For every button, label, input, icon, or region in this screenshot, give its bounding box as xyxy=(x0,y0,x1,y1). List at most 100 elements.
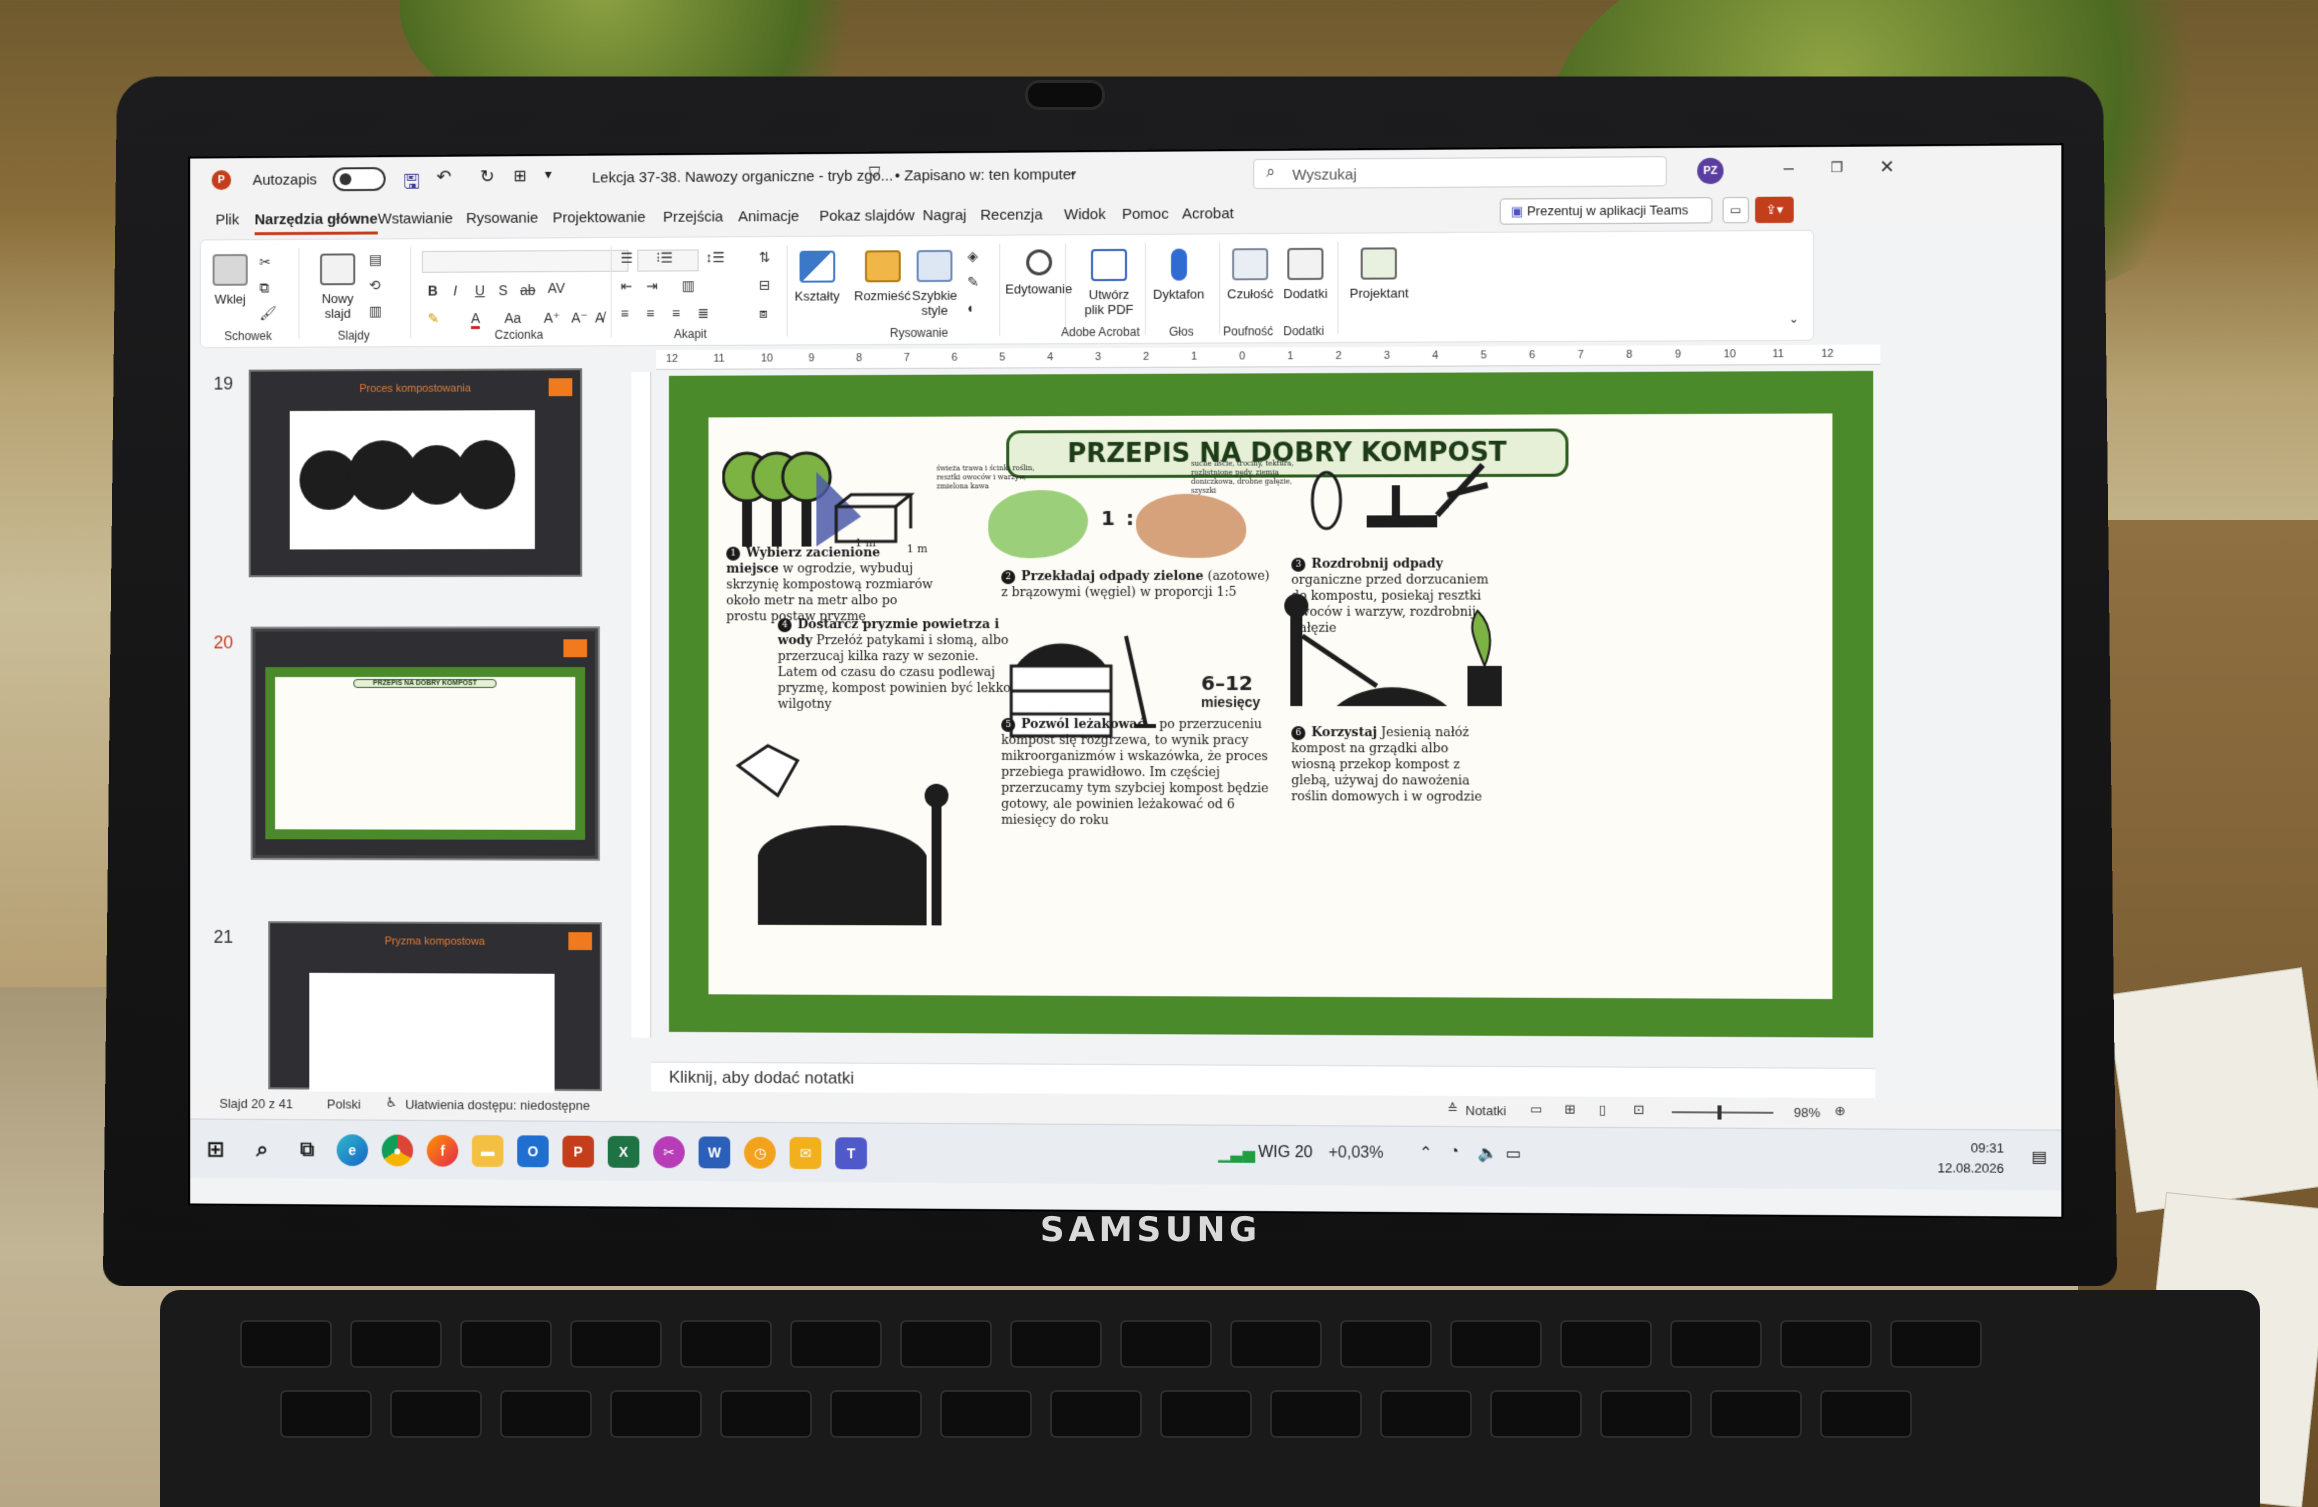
tab-file[interactable]: Plik xyxy=(216,212,240,229)
collapse-ribbon-icon[interactable]: ⌄ xyxy=(1789,312,1799,326)
tab-help[interactable]: Pomoc xyxy=(1122,206,1169,223)
slide-thumbnail-19[interactable]: Proces kompostowania xyxy=(248,368,583,578)
align-left-icon[interactable]: ≡ xyxy=(621,305,629,321)
shape-outline-icon[interactable]: ✎ xyxy=(967,274,979,291)
tab-home[interactable]: Narzędzia główne xyxy=(254,210,378,236)
format-painter-icon[interactable]: 🖌 xyxy=(259,305,276,322)
zoom-slider-thumb[interactable] xyxy=(1717,1105,1722,1120)
tab-record[interactable]: Nagraj xyxy=(923,207,967,224)
clock-app-icon[interactable]: ◷ xyxy=(744,1136,776,1169)
present-from-start-icon[interactable]: ⊞ xyxy=(513,166,526,186)
editing-button[interactable]: Edytowanie xyxy=(1005,249,1072,297)
autosave-toggle[interactable] xyxy=(332,167,386,192)
notification-icon[interactable]: ▤ xyxy=(2031,1147,2046,1167)
zoom-slider[interactable] xyxy=(1671,1111,1774,1114)
stock-name[interactable]: WIG 20 xyxy=(1258,1144,1312,1162)
notes-pane[interactable]: Kliknij, aby dodać notatki xyxy=(651,1061,1876,1099)
excel-icon[interactable]: X xyxy=(607,1135,640,1168)
tray-chevron-icon[interactable]: ⌃ xyxy=(1419,1143,1433,1163)
search-icon[interactable]: ⌕ xyxy=(247,1134,278,1166)
clear-formatting-icon[interactable]: A̸ xyxy=(595,310,604,326)
search-input[interactable]: ⌕ Wyszukaj xyxy=(1253,156,1667,190)
text-direction-icon[interactable]: ⇅ xyxy=(759,249,771,266)
bold-icon[interactable]: B xyxy=(428,283,438,299)
increase-indent-icon[interactable]: ⇥ xyxy=(646,277,658,294)
columns-icon[interactable]: ▥ xyxy=(682,277,695,294)
file-explorer-icon[interactable]: ▬ xyxy=(471,1135,504,1167)
close-icon[interactable]: ✕ xyxy=(1879,157,1894,178)
copy-icon[interactable]: ⧉ xyxy=(259,280,269,297)
task-view-icon[interactable]: ⧉ xyxy=(292,1134,323,1166)
shape-fill-icon[interactable]: ◈ xyxy=(967,248,978,265)
highlight-icon[interactable]: ✎ xyxy=(428,310,440,327)
slideshow-icon[interactable]: ⊡ xyxy=(1633,1102,1644,1118)
word-icon[interactable]: W xyxy=(698,1136,731,1169)
reset-icon[interactable]: ⟲ xyxy=(369,277,380,294)
bullets-icon[interactable]: ☰ xyxy=(621,250,633,267)
clock[interactable]: 09:31 12.08.2026 xyxy=(1937,1138,2004,1179)
stock-change[interactable]: +0,03% xyxy=(1328,1144,1383,1162)
language-indicator[interactable]: Polski xyxy=(327,1097,361,1112)
designer-button[interactable]: Projektant xyxy=(1350,247,1409,301)
fit-to-window-icon[interactable]: ⊕ xyxy=(1834,1103,1845,1119)
slide-thumbnail-21[interactable]: Pryzma kompostowa xyxy=(268,921,602,1093)
battery-icon[interactable]: ▭ xyxy=(1506,1143,1521,1163)
teams-icon[interactable]: T xyxy=(835,1137,867,1170)
chrome-icon[interactable]: ● xyxy=(381,1134,414,1167)
font-color-icon[interactable]: A xyxy=(470,310,481,330)
volume-icon[interactable]: 🔈 xyxy=(1478,1143,1498,1163)
present-in-teams-button[interactable]: ▣ Prezentuj w aplikacji Teams xyxy=(1499,197,1713,225)
tab-acrobat[interactable]: Acrobat xyxy=(1182,205,1234,222)
italic-icon[interactable]: I xyxy=(453,283,457,299)
addins-button[interactable]: Dodatki xyxy=(1283,247,1328,301)
comment-icon[interactable]: ▭ xyxy=(1722,196,1749,224)
tab-review[interactable]: Recenzja xyxy=(980,206,1042,223)
shape-effects-icon[interactable]: ◐ xyxy=(967,300,975,316)
justify-icon[interactable]: ≣ xyxy=(698,305,710,322)
cut-icon[interactable]: ✂ xyxy=(259,254,270,271)
shrink-font-icon[interactable]: A⁻ xyxy=(571,310,587,327)
section-icon[interactable]: ▥ xyxy=(369,303,382,320)
share-icon[interactable]: ⇪▾ xyxy=(1755,196,1794,224)
windows-start-icon[interactable]: ⊞ xyxy=(200,1133,231,1165)
tab-transitions[interactable]: Przejścia xyxy=(663,208,723,225)
wifi-icon[interactable]: ◔ xyxy=(1449,1143,1459,1161)
quick-styles-button[interactable]: Szybkie style xyxy=(910,249,960,318)
new-slide-button[interactable]: Nowy slajd xyxy=(308,253,367,321)
snipping-tool-icon[interactable]: ✂ xyxy=(653,1136,685,1169)
avatar[interactable]: PZ xyxy=(1697,157,1724,185)
accessibility-status[interactable]: Ułatwienia dostępu: niedostępne xyxy=(405,1097,590,1113)
reading-view-icon[interactable]: ▯ xyxy=(1599,1102,1606,1118)
outlook-icon[interactable]: O xyxy=(517,1135,549,1168)
change-case-icon[interactable]: Aa xyxy=(504,310,521,326)
sensitivity-button[interactable]: Czułość xyxy=(1227,248,1273,301)
shapes-button[interactable]: Kształty xyxy=(795,250,840,304)
dictate-button[interactable]: Dyktafon xyxy=(1153,248,1204,302)
tab-draw[interactable]: Rysowanie xyxy=(466,210,538,227)
edge-icon[interactable]: e xyxy=(336,1134,369,1167)
strikethrough-icon[interactable]: ab xyxy=(520,282,535,298)
save-status[interactable]: • Zapisano w: ten komputer xyxy=(895,166,1076,184)
align-text-icon[interactable]: ⊟ xyxy=(759,277,771,294)
underline-icon[interactable]: U xyxy=(475,282,485,298)
powerpoint-icon[interactable]: P xyxy=(562,1135,594,1168)
tab-animations[interactable]: Animacje xyxy=(738,208,799,225)
font-family-select[interactable] xyxy=(421,249,629,273)
firefox-icon[interactable]: f xyxy=(426,1134,459,1167)
char-spacing-icon[interactable]: AV xyxy=(548,280,565,296)
save-icon[interactable]: 🖫 xyxy=(403,167,420,201)
normal-view-icon[interactable]: ▭ xyxy=(1530,1101,1542,1117)
restore-icon[interactable]: ❐ xyxy=(1830,159,1843,176)
minimize-icon[interactable]: – xyxy=(1784,157,1794,178)
customize-toolbar-icon[interactable]: ▾ xyxy=(545,166,552,183)
slide-sorter-icon[interactable]: ⊞ xyxy=(1564,1102,1575,1118)
redo-icon[interactable]: ↻ xyxy=(480,166,495,187)
align-center-icon[interactable]: ≡ xyxy=(646,305,654,321)
grow-font-icon[interactable]: A⁺ xyxy=(544,310,560,327)
slide-canvas[interactable]: PRZEPIS NA DOBRY KOMPOST 1 m 1 m świeża … xyxy=(668,370,1874,1038)
numbering-icon[interactable]: ⁝☰ xyxy=(656,250,673,267)
create-pdf-button[interactable]: Utwórz plik PDF xyxy=(1079,248,1139,317)
line-spacing-icon[interactable]: ↕☰ xyxy=(706,249,725,266)
shadow-icon[interactable]: S xyxy=(499,282,508,298)
tab-design[interactable]: Projektowanie xyxy=(553,209,646,226)
